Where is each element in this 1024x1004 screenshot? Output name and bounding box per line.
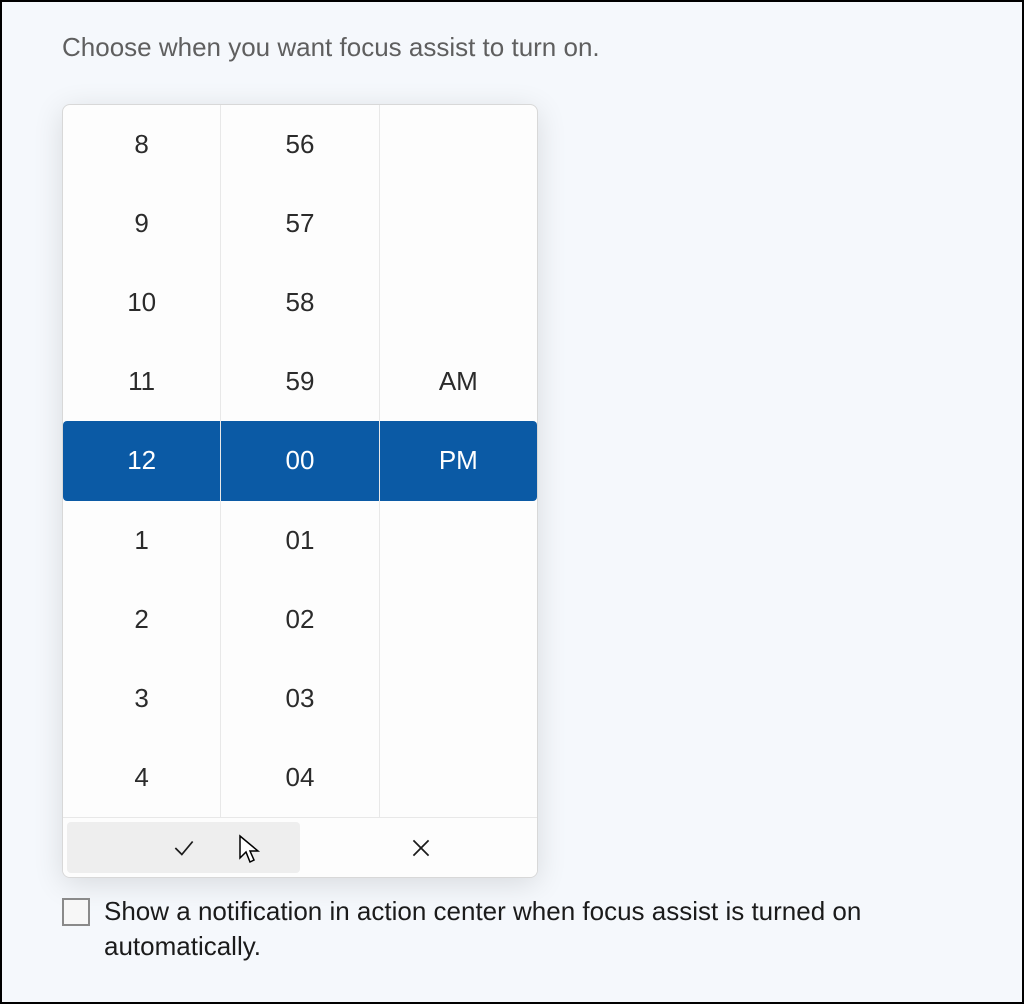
hour-option[interactable]: 9 [63, 184, 220, 263]
hour-option[interactable]: 10 [63, 263, 220, 342]
meridiem-option[interactable]: PM [380, 421, 537, 500]
minute-option[interactable]: 56 [221, 105, 378, 184]
meridiem-option [380, 659, 537, 738]
minute-option[interactable]: 00 [221, 421, 378, 500]
confirm-button[interactable] [67, 822, 300, 873]
hour-option[interactable]: 11 [63, 342, 220, 421]
minute-option[interactable]: 02 [221, 580, 378, 659]
time-picker-columns: 891011121234 565758590001020304 AMPM [63, 105, 537, 817]
hour-option[interactable]: 2 [63, 580, 220, 659]
hour-option[interactable]: 12 [63, 421, 220, 500]
minute-option[interactable]: 57 [221, 184, 378, 263]
minute-option[interactable]: 59 [221, 342, 378, 421]
hour-option[interactable]: 3 [63, 659, 220, 738]
close-icon [408, 835, 434, 861]
meridiem-option [380, 580, 537, 659]
hour-option[interactable]: 1 [63, 501, 220, 580]
hour-option[interactable]: 8 [63, 105, 220, 184]
minute-option[interactable]: 04 [221, 738, 378, 817]
minute-column[interactable]: 565758590001020304 [221, 105, 379, 817]
checkmark-icon [171, 835, 197, 861]
cancel-button[interactable] [304, 818, 537, 877]
notification-checkbox-label: Show a notification in action center whe… [104, 894, 982, 964]
meridiem-option [380, 501, 537, 580]
notification-checkbox[interactable] [62, 898, 90, 926]
meridiem-option[interactable]: AM [380, 342, 537, 421]
time-picker-actions [63, 817, 537, 877]
meridiem-option [380, 738, 537, 817]
notification-checkbox-row: Show a notification in action center whe… [62, 894, 982, 964]
meridiem-option [380, 184, 537, 263]
time-picker-flyout: 891011121234 565758590001020304 AMPM [62, 104, 538, 878]
hour-column[interactable]: 891011121234 [63, 105, 221, 817]
minute-option[interactable]: 01 [221, 501, 378, 580]
hour-option[interactable]: 4 [63, 738, 220, 817]
minute-option[interactable]: 03 [221, 659, 378, 738]
meridiem-option [380, 263, 537, 342]
minute-option[interactable]: 58 [221, 263, 378, 342]
meridiem-column[interactable]: AMPM [380, 105, 537, 817]
meridiem-option [380, 105, 537, 184]
page-heading: Choose when you want focus assist to tur… [2, 2, 1022, 63]
